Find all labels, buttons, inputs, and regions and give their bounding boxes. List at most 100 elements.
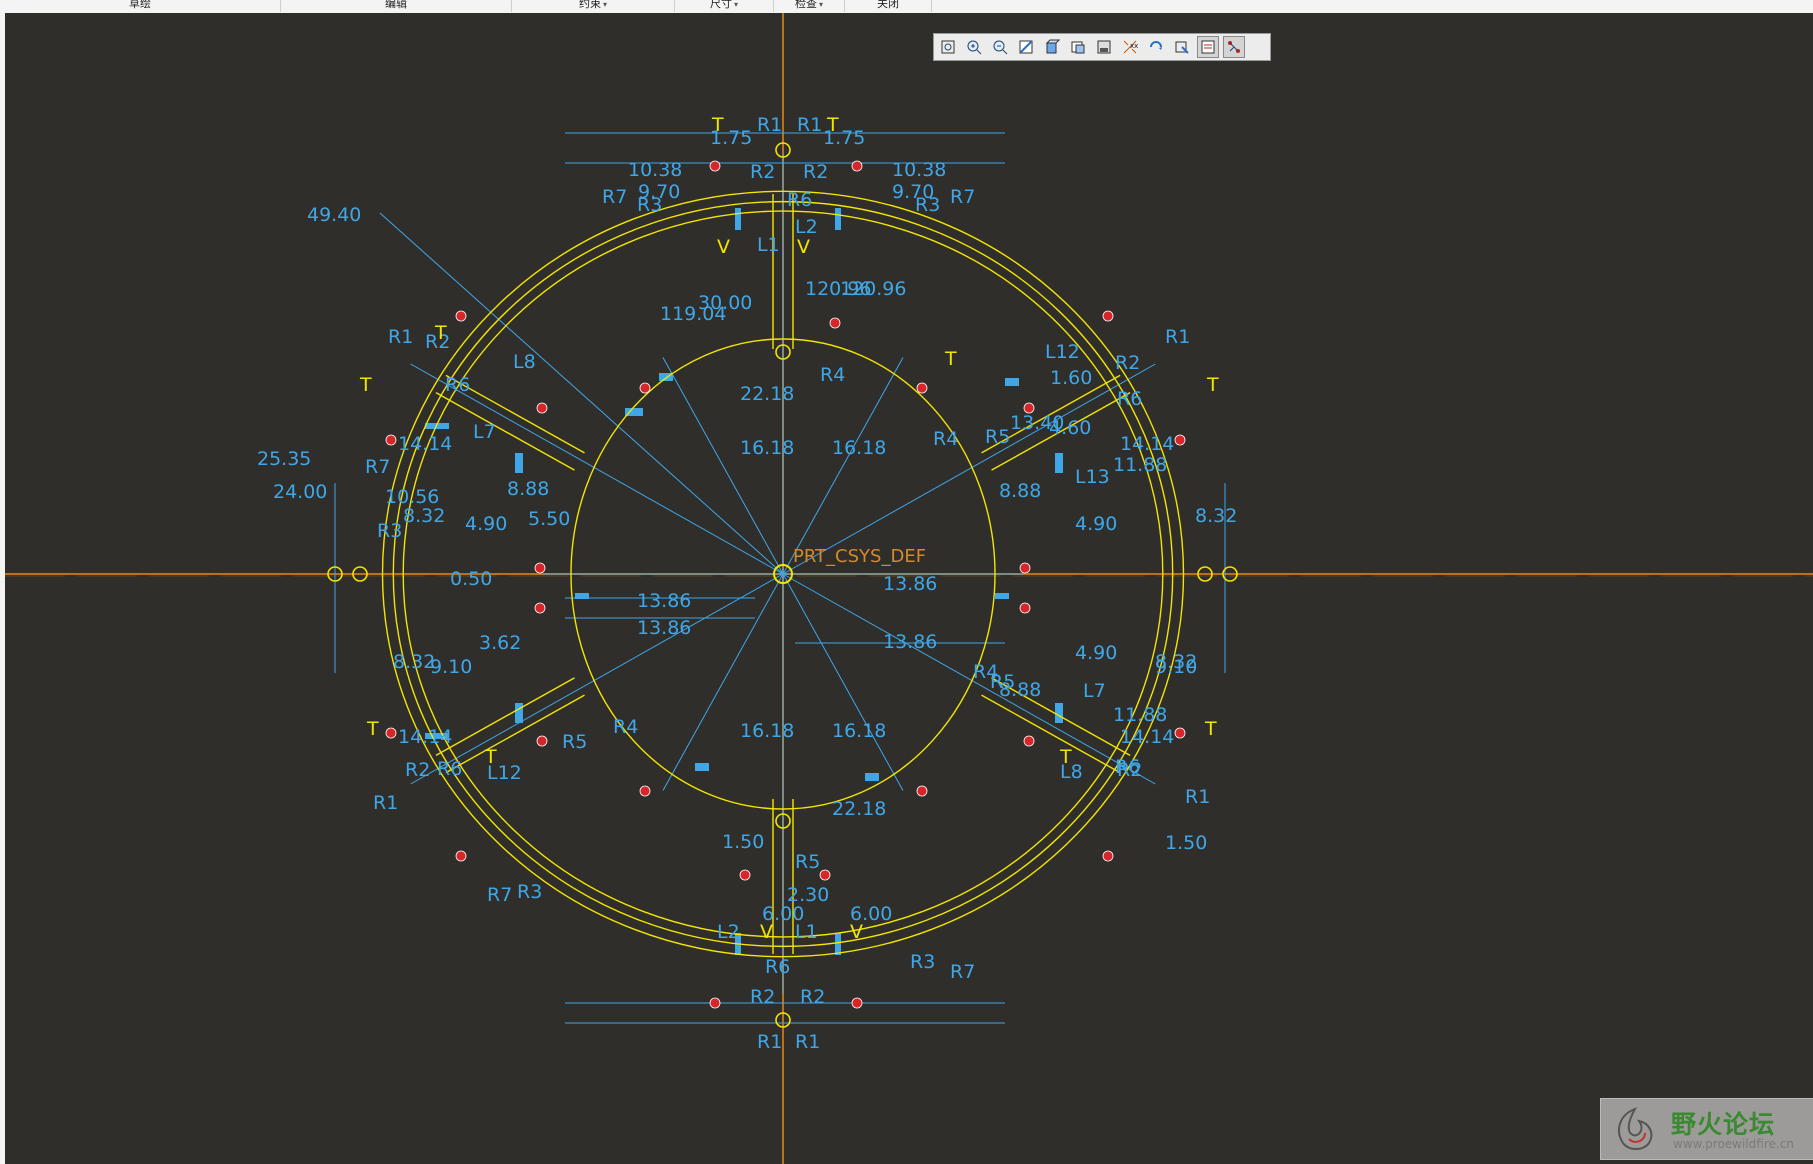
vertex-marker[interactable] (534, 602, 546, 614)
zoom-in-button[interactable] (963, 36, 985, 58)
dimension-value[interactable]: 6.00 (850, 903, 892, 925)
dimension-value[interactable]: 22.18 (832, 798, 886, 820)
dimension-value[interactable]: 14.14 (398, 726, 452, 748)
dimension-value[interactable]: 24.00 (273, 481, 327, 503)
sketch-display-filter-button[interactable] (1197, 36, 1219, 58)
sketch-svg[interactable]: R1 R1R2 R2R6L2L1V VT TR3R7 R3 R7R1 R2R6L8L7R7R3… (5, 13, 1813, 1164)
dimension-value[interactable]: 9.10 (1155, 656, 1197, 678)
dimension-value[interactable]: 16.18 (740, 720, 794, 742)
dimension-value[interactable]: 10.38 (628, 159, 682, 181)
menu-inspect[interactable]: 检查 ▾ (774, 0, 845, 12)
vertex-marker[interactable] (536, 402, 548, 414)
vertex-marker[interactable] (534, 562, 546, 574)
dimension-value[interactable]: 13.86 (883, 573, 937, 595)
refit-button[interactable] (937, 36, 959, 58)
dimension-value[interactable]: 14.14 (1120, 726, 1174, 748)
dimension-value[interactable]: 4.60 (1049, 417, 1091, 439)
dimension-value[interactable]: 9.70 (638, 181, 680, 203)
dimension-value[interactable]: 49.40 (307, 204, 361, 226)
dimension-value[interactable]: 13.86 (637, 617, 691, 639)
dimension-value[interactable]: 14.14 (398, 433, 452, 455)
sketch-graphics-area[interactable]: R1 R1 R2 R2 R6 L2 L1 V V T T R3 R7 R3 R7 R1 R2 R6 L8 L7 R7 R3… (5, 13, 1813, 1164)
dimension-value[interactable]: 16.18 (832, 437, 886, 459)
vertex-marker[interactable] (1174, 727, 1186, 739)
spoke-edge[interactable] (435, 677, 575, 756)
vertex-marker[interactable] (639, 382, 651, 394)
vertex-marker[interactable] (455, 850, 467, 862)
dimension-value[interactable]: 8.32 (1195, 505, 1237, 527)
vertex-marker[interactable] (709, 997, 721, 1009)
menu-dimension[interactable]: 尺寸 ▾ (675, 0, 774, 12)
dimension-value[interactable]: 10.38 (892, 159, 946, 181)
dimension-value[interactable]: 8.32 (403, 505, 445, 527)
dimension-value[interactable]: 6.00 (762, 903, 804, 925)
menu-close[interactable]: 关闭 (845, 0, 932, 12)
dimension-value[interactable]: 9.10 (430, 656, 472, 678)
dimension-value[interactable]: 1.75 (710, 127, 752, 149)
vertex-marker[interactable] (851, 160, 863, 172)
dimension-value[interactable]: 8.32 (393, 651, 435, 673)
dimension-value[interactable]: 4.90 (465, 513, 507, 535)
dimension-value[interactable]: 8.88 (507, 478, 549, 500)
dimension-value[interactable]: 1.50 (1165, 832, 1207, 854)
shaded-display-button[interactable] (1041, 36, 1063, 58)
menu-sketch[interactable]: 草绘 (0, 0, 281, 12)
dimension-tick (735, 208, 741, 230)
dimension-value[interactable]: 16.18 (740, 437, 794, 459)
vertex-marker[interactable] (739, 869, 751, 881)
vertex-marker[interactable] (916, 785, 928, 797)
vertex-marker[interactable] (829, 317, 841, 329)
vertex-marker[interactable] (916, 382, 928, 394)
zoom-out-button[interactable] (989, 36, 1011, 58)
vertex-marker[interactable] (1174, 434, 1186, 446)
dimension-value[interactable]: 4.90 (1075, 513, 1117, 535)
annotation-display-button[interactable] (1145, 36, 1167, 58)
dimension-value[interactable]: 13.86 (883, 631, 937, 653)
vertex-marker[interactable] (1019, 602, 1031, 614)
vertex-marker[interactable] (1019, 562, 1031, 574)
sketch-ribbon-group-bar: 草绘 编辑 约束 ▾ 尺寸 ▾ 检查 ▾ 关闭 (0, 0, 1813, 14)
vertex-marker[interactable] (536, 735, 548, 747)
dimension-value[interactable]: 11.88 (1113, 704, 1167, 726)
datum-display-button[interactable]: xx (1119, 36, 1141, 58)
dimension-value[interactable]: 25.35 (257, 448, 311, 470)
dimension-value[interactable]: 2.30 (787, 884, 829, 906)
sketch-orientation-button[interactable] (1171, 36, 1193, 58)
dimension-value[interactable]: 9.70 (892, 181, 934, 203)
saved-views-button[interactable] (1067, 36, 1089, 58)
vertex-marker[interactable] (639, 785, 651, 797)
constraint-label: R2 (803, 161, 828, 183)
dimension-value[interactable]: 13.86 (637, 590, 691, 612)
vertex-marker[interactable] (385, 434, 397, 446)
vertex-marker[interactable] (851, 997, 863, 1009)
dimension-value[interactable]: 16.18 (832, 720, 886, 742)
vertex-marker[interactable] (1102, 310, 1114, 322)
vertex-marker[interactable] (819, 869, 831, 881)
dimension-value[interactable]: 1.50 (722, 831, 764, 853)
dimension-value[interactable]: 0.50 (450, 568, 492, 590)
vertex-marker[interactable] (1023, 735, 1035, 747)
dimension-value[interactable]: 5.50 (528, 508, 570, 530)
spoke-edge[interactable] (981, 694, 1121, 774)
repaint-button[interactable] (1015, 36, 1037, 58)
spoke-edge[interactable] (435, 392, 575, 471)
menu-constrain[interactable]: 约束 ▾ (512, 0, 675, 12)
dimension-value[interactable]: 8.88 (999, 480, 1041, 502)
vertex-marker[interactable] (1102, 850, 1114, 862)
dimension-value[interactable]: 14.14 (1120, 433, 1174, 455)
dimension-value[interactable]: 1.75 (823, 127, 865, 149)
dimension-value[interactable]: 1.60 (1050, 367, 1092, 389)
dimension-value[interactable]: 8.88 (999, 679, 1041, 701)
dimension-value[interactable]: 4.90 (1075, 642, 1117, 664)
vertex-marker[interactable] (709, 160, 721, 172)
view-manager-button[interactable] (1093, 36, 1115, 58)
dimension-value[interactable]: 11.88 (1113, 454, 1167, 476)
menu-edit[interactable]: 编辑 (281, 0, 512, 12)
constraint-display-button[interactable] (1223, 36, 1245, 58)
vertex-marker[interactable] (455, 310, 467, 322)
vertex-marker[interactable] (385, 727, 397, 739)
dimension-value[interactable]: 119.04 (660, 303, 726, 325)
dimension-value[interactable]: 120.96 (840, 278, 906, 300)
dimension-value[interactable]: 3.62 (479, 632, 521, 654)
dimension-value[interactable]: 22.18 (740, 383, 794, 405)
